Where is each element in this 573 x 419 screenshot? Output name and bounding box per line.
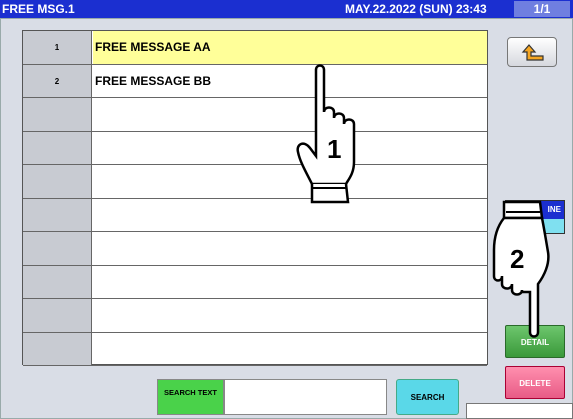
row-text — [93, 333, 487, 366]
search-input[interactable] — [224, 379, 387, 415]
row-text — [93, 299, 487, 332]
row-text — [93, 232, 487, 265]
row-text — [93, 266, 487, 299]
row-number — [23, 299, 92, 332]
status-box — [466, 403, 573, 419]
title-bar: FREE MSG.1 MAY.22.2022 (SUN) 23:43 1/1 — [0, 0, 573, 18]
list-row[interactable] — [23, 299, 487, 333]
search-text-label[interactable]: SEARCH TEXT — [157, 379, 224, 415]
list-row[interactable] — [23, 332, 487, 366]
row-number: 1 — [23, 31, 92, 64]
datetime: MAY.22.2022 (SUN) 23:43 — [345, 2, 487, 16]
return-arrow-icon — [521, 44, 544, 61]
step-1-number: 1 — [327, 134, 341, 164]
page-indicator: 1/1 — [514, 1, 570, 17]
row-number: 2 — [23, 64, 92, 97]
row-number — [23, 131, 92, 164]
step-2-number: 2 — [510, 244, 524, 274]
pointing-hand-icon-step1: 1 — [296, 64, 356, 204]
row-number — [23, 265, 92, 298]
list-row[interactable]: 2 FREE MESSAGE BB — [23, 64, 487, 98]
list-row[interactable] — [23, 98, 487, 132]
search-button[interactable]: SEARCH — [396, 379, 459, 415]
list-row[interactable] — [23, 265, 487, 299]
list-row[interactable] — [23, 165, 487, 199]
row-text: FREE MESSAGE AA — [93, 31, 487, 64]
list-row[interactable] — [23, 198, 487, 232]
pointing-hand-icon-step2: 2 — [492, 200, 550, 338]
row-number — [23, 165, 92, 198]
delete-button[interactable]: DELETE — [505, 366, 565, 399]
screen-title: FREE MSG.1 — [2, 2, 75, 16]
list-row[interactable] — [23, 131, 487, 165]
row-number — [23, 98, 92, 131]
message-list: 1 FREE MESSAGE AA 2 FREE MESSAGE BB — [22, 30, 488, 366]
row-number — [23, 232, 92, 265]
list-row[interactable]: 1 FREE MESSAGE AA — [23, 31, 487, 65]
list-row[interactable] — [23, 232, 487, 266]
row-number — [23, 198, 92, 231]
row-number — [23, 332, 92, 365]
back-button[interactable] — [507, 37, 557, 67]
